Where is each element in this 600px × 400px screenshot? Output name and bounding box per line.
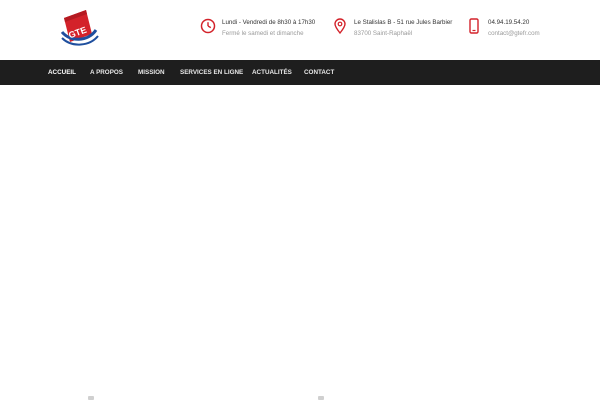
main-navigation: ACCUEIL A PROPOS MISSION SERVICES EN LIG… bbox=[0, 60, 600, 85]
header: GTE Lundi - Vendredi de 8h30 à 17h30 Fer… bbox=[0, 0, 600, 60]
clock-icon bbox=[200, 17, 216, 35]
opening-hours: Lundi - Vendredi de 8h30 à 17h30 Fermé l… bbox=[200, 17, 315, 38]
street-address: Le Stalislas B - 51 rue Jules Barbier bbox=[354, 19, 453, 26]
nav-item-accueil[interactable]: ACCUEIL bbox=[48, 60, 76, 85]
phone-number[interactable]: 04.94.19.54.20 bbox=[488, 18, 540, 27]
closed-days-line: Fermé le samedi et dimanche bbox=[222, 30, 304, 37]
nav-item-a-propos[interactable]: A PROPOS bbox=[90, 60, 123, 85]
contact-info: 04.94.19.54.20 contact@gtefr.com bbox=[466, 17, 540, 38]
content-fragment bbox=[88, 396, 94, 400]
mobile-phone-icon bbox=[466, 17, 482, 35]
email-address[interactable]: contact@gtefr.com bbox=[488, 29, 540, 38]
gte-logo[interactable]: GTE bbox=[56, 8, 100, 52]
city-address: 83700 Saint-Raphaël bbox=[354, 30, 413, 37]
address: Le Stalislas B - 51 rue Jules Barbier 83… bbox=[332, 17, 452, 38]
nav-item-actualites[interactable]: ACTUALITÉS bbox=[252, 60, 292, 85]
map-pin-icon bbox=[332, 17, 348, 35]
main-content bbox=[0, 85, 600, 400]
nav-item-services-en-ligne[interactable]: SERVICES EN LIGNE bbox=[180, 60, 243, 85]
hours-line: Lundi - Vendredi de 8h30 à 17h30 bbox=[222, 19, 316, 26]
content-fragment bbox=[318, 396, 324, 400]
nav-item-mission[interactable]: MISSION bbox=[138, 60, 165, 85]
nav-item-contact[interactable]: CONTACT bbox=[304, 60, 334, 85]
